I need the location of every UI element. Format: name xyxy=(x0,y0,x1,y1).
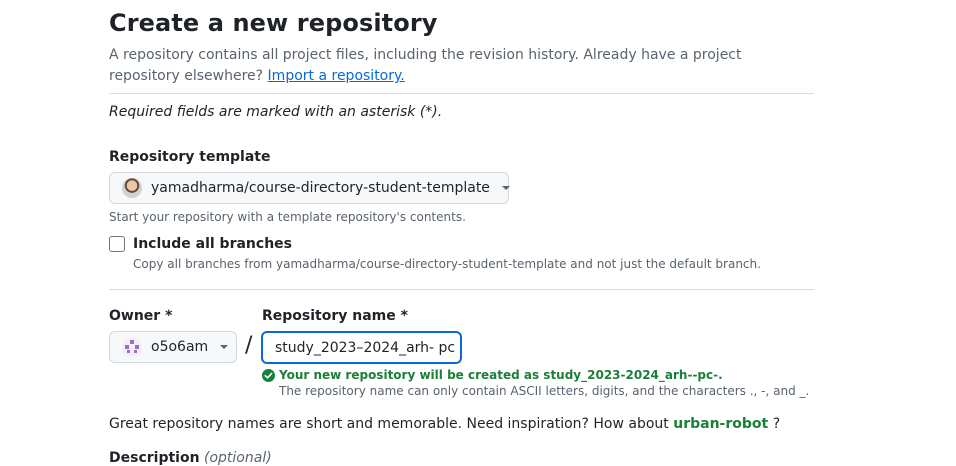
include-branches-checkbox[interactable] xyxy=(109,236,125,252)
description-label-text: Description xyxy=(109,450,200,466)
description-optional: (optional) xyxy=(204,450,272,466)
owner-label: Owner * xyxy=(109,308,173,324)
template-select[interactable]: yamadharma/course-directory-student-temp… xyxy=(109,172,510,204)
include-branches-hint: Copy all branches from yamadharma/course… xyxy=(133,257,761,271)
repository-name-value: study_2023–2024_arh- pc xyxy=(275,339,456,356)
description-label: Description (optional) xyxy=(109,450,272,466)
suggestion-end: ? xyxy=(772,416,781,432)
repository-name-input[interactable]: study_2023–2024_arh- pc xyxy=(261,331,462,364)
import-repository-link[interactable]: Import a repository. xyxy=(268,68,405,84)
intro-description: A repository contains all project files,… xyxy=(109,47,742,84)
repository-name-label: Repository name * xyxy=(262,308,408,324)
template-label: Repository template xyxy=(109,149,271,165)
owner-select[interactable]: o5o6am xyxy=(109,331,237,363)
suggested-name[interactable]: urban-robot xyxy=(673,416,768,432)
owner-repo-separator: / xyxy=(245,333,253,358)
suggestion-text: Great repository names are short and mem… xyxy=(109,416,669,432)
check-circle-icon xyxy=(262,369,275,382)
owner-select-value: o5o6am xyxy=(151,339,209,355)
divider xyxy=(109,289,814,290)
required-fields-note: Required fields are marked with an aster… xyxy=(109,104,443,120)
intro-text: A repository contains all project files,… xyxy=(109,45,809,87)
template-select-value: yamadharma/course-directory-student-temp… xyxy=(151,180,490,196)
avatar xyxy=(122,337,142,357)
include-branches-label: Include all branches xyxy=(133,236,292,252)
template-hint: Start your repository with a template re… xyxy=(109,210,466,224)
avatar xyxy=(122,178,142,198)
chevron-down-icon xyxy=(220,345,229,349)
name-suggestion: Great repository names are short and mem… xyxy=(109,416,780,432)
repository-name-rules: The repository name can only contain ASC… xyxy=(279,384,810,398)
repository-name-success: Your new repository will be created as s… xyxy=(279,368,723,382)
divider xyxy=(109,93,814,94)
chevron-down-icon xyxy=(501,186,510,190)
page-title: Create a new repository xyxy=(109,9,438,37)
